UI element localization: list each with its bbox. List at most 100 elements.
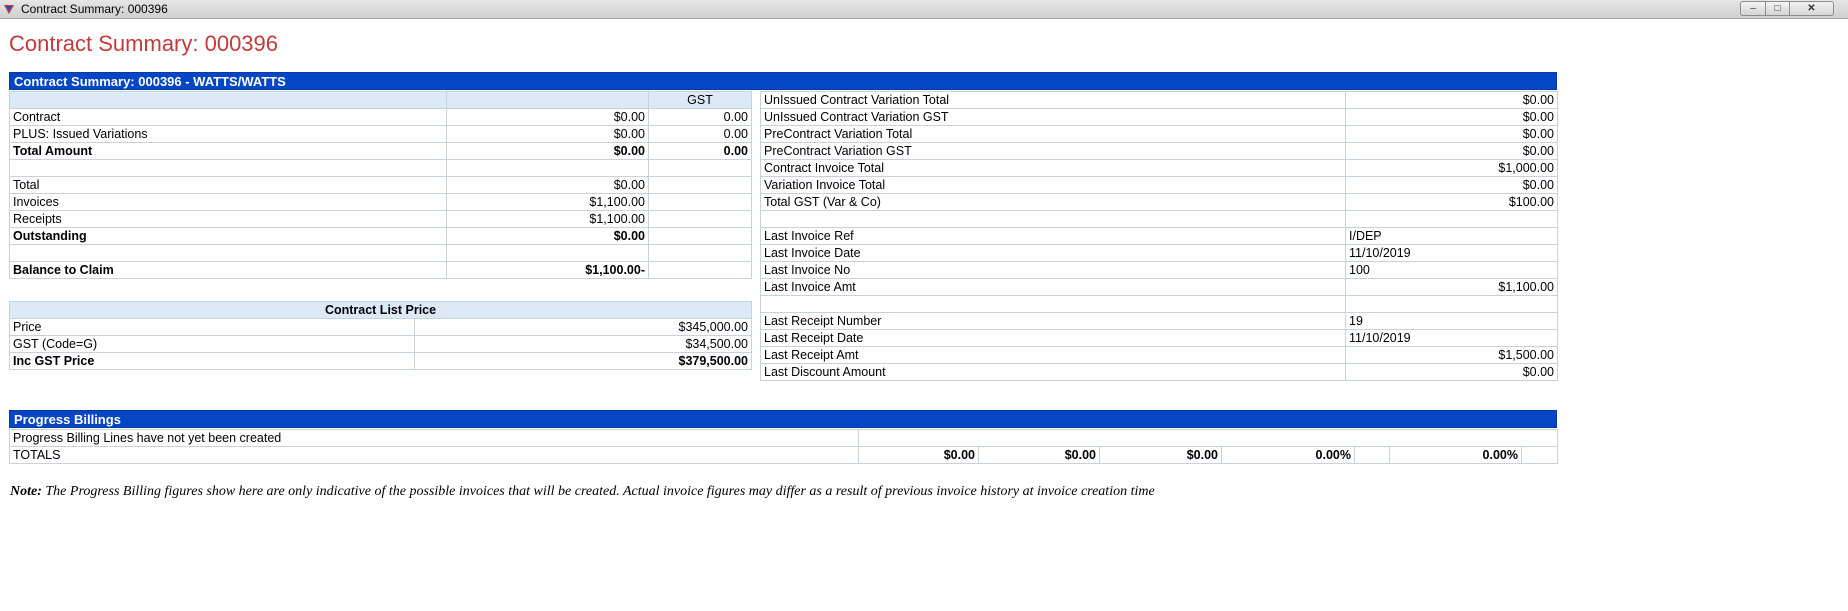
info-row-label: PreContract Variation Total <box>760 125 1346 143</box>
info-row-label: Last Invoice No <box>760 261 1346 279</box>
footnote: Note: The Progress Billing figures show … <box>10 484 1155 500</box>
progress-message: Progress Billing Lines have not yet been… <box>9 429 859 447</box>
summary-row-amount <box>446 159 649 177</box>
info-row-value: $0.00 <box>1345 142 1558 160</box>
minimize-icon: – <box>1750 2 1756 14</box>
list-price-label: Price <box>9 318 415 336</box>
info-row <box>760 295 1558 313</box>
info-row-value: 19 <box>1345 312 1558 330</box>
info-row-label: UnIssued Contract Variation Total <box>760 91 1346 109</box>
summary-row-gst <box>648 176 752 194</box>
summary-row-gst <box>648 244 752 262</box>
info-row: UnIssued Contract Variation Total $0.00 <box>760 91 1558 109</box>
progress-table: Progress Billing Lines have not yet been… <box>9 429 1558 464</box>
summary-row-gst <box>648 210 752 228</box>
summary-row-amount: $1,100.00- <box>446 261 649 279</box>
list-price-row: Inc GST Price $379,500.00 <box>9 352 753 370</box>
info-row-label: Last Invoice Ref <box>760 227 1346 245</box>
summary-row-gst <box>648 261 752 279</box>
info-row: Variation Invoice Total $0.00 <box>760 176 1558 194</box>
close-button[interactable]: ✕ <box>1790 1 1834 16</box>
info-row: Last Receipt Number 19 <box>760 312 1558 330</box>
totals-cell: $0.00 <box>978 446 1100 464</box>
summary-column-header: GST <box>9 91 752 109</box>
info-row <box>760 210 1558 228</box>
totals-cell: 0.00% <box>1389 446 1522 464</box>
summary-row-label: Balance to Claim <box>9 261 447 279</box>
info-row-label: Last Invoice Date <box>760 244 1346 262</box>
list-price-value: $34,500.00 <box>413 335 753 353</box>
info-row-label: Total GST (Var & Co) <box>760 193 1346 211</box>
list-price-label: Inc GST Price <box>9 352 415 370</box>
close-icon: ✕ <box>1807 2 1816 14</box>
list-price-value: $379,500.00 <box>413 352 753 370</box>
maximize-button[interactable]: □ <box>1766 1 1790 16</box>
info-row: Last Invoice No 100 <box>760 261 1558 279</box>
summary-row-label <box>9 244 447 262</box>
summary-row-amount <box>446 244 649 262</box>
summary-row-label: Outstanding <box>9 227 447 245</box>
info-row-label: Contract Invoice Total <box>760 159 1346 177</box>
info-row-label: Last Discount Amount <box>760 363 1346 381</box>
summary-row-gst: 0.00 <box>648 108 752 126</box>
summary-row: Total Amount $0.00 0.00 <box>9 142 752 160</box>
info-row-value: $0.00 <box>1345 108 1558 126</box>
summary-row-amount: $1,100.00 <box>446 193 649 211</box>
totals-cell: 0.00% <box>1221 446 1355 464</box>
summary-row: Invoices $1,100.00 <box>9 193 752 211</box>
info-row-value: I/DEP <box>1345 227 1558 245</box>
summary-header-label <box>9 91 447 109</box>
totals-label: TOTALS <box>9 446 859 464</box>
info-row-value: 11/10/2019 <box>1345 244 1558 262</box>
info-row-label: Last Receipt Date <box>760 329 1346 347</box>
summary-row-amount: $1,100.00 <box>446 210 649 228</box>
right-info-table: UnIssued Contract Variation Total $0.00 Un… <box>760 91 1558 381</box>
info-row-value: $100.00 <box>1345 193 1558 211</box>
note-label: Note: <box>10 484 42 499</box>
summary-row-label: Total <box>9 176 447 194</box>
info-row: Contract Invoice Total $1,000.00 <box>760 159 1558 177</box>
list-price-value: $345,000.00 <box>413 318 753 336</box>
list-price-header-row: Contract List Price <box>8 301 753 319</box>
info-row-label <box>760 295 1346 313</box>
summary-row <box>9 159 752 177</box>
totals-cell <box>1521 446 1558 464</box>
gst-column-header: GST <box>648 91 752 109</box>
info-row: Last Discount Amount $0.00 <box>760 363 1558 381</box>
info-row: PreContract Variation GST $0.00 <box>760 142 1558 160</box>
info-row: PreContract Variation Total $0.00 <box>760 125 1558 143</box>
info-row-value: $1,000.00 <box>1345 159 1558 177</box>
page-title: Contract Summary: 000396 <box>9 31 279 56</box>
info-row-label: PreContract Variation GST <box>760 142 1346 160</box>
summary-row-amount: $0.00 <box>446 125 649 143</box>
info-row-label <box>760 210 1346 228</box>
summary-row: Total $0.00 <box>9 176 752 194</box>
minimize-button[interactable]: – <box>1740 1 1766 16</box>
summary-row-label: Contract <box>9 108 447 126</box>
list-price-label: GST (Code=G) <box>9 335 415 353</box>
list-price-header: Contract List Price <box>8 301 753 319</box>
list-price-table: Contract List Price Price $345,000.00 GST … <box>8 301 753 370</box>
info-row-value <box>1345 295 1558 313</box>
info-row: Last Invoice Amt $1,100.00 <box>760 278 1558 296</box>
progress-totals-row: TOTALS $0.00 $0.00 $0.00 0.00% 0.00% <box>9 446 1558 464</box>
window-title: Contract Summary: 000396 <box>21 2 168 16</box>
info-row-label: Last Invoice Amt <box>760 278 1346 296</box>
window-controls: – □ ✕ <box>1740 1 1834 16</box>
info-row-value: 11/10/2019 <box>1345 329 1558 347</box>
summary-row-label: PLUS: Issued Variations <box>9 125 447 143</box>
summary-table: GST Contract $0.00 0.00 PLUS: Issued Variat… <box>9 91 752 279</box>
info-row-value: $0.00 <box>1345 91 1558 109</box>
summary-row-amount: $0.00 <box>446 176 649 194</box>
summary-row-label: Invoices <box>9 193 447 211</box>
summary-row <box>9 244 752 262</box>
summary-header-amount <box>446 91 649 109</box>
summary-row-label: Total Amount <box>9 142 447 160</box>
info-row-label: Variation Invoice Total <box>760 176 1346 194</box>
summary-row-amount: $0.00 <box>446 142 649 160</box>
note-text: The Progress Billing figures show here a… <box>41 484 1155 499</box>
info-row-value: 100 <box>1345 261 1558 279</box>
summary-row-label: Receipts <box>9 210 447 228</box>
info-row-value: $0.00 <box>1345 176 1558 194</box>
summary-row: PLUS: Issued Variations $0.00 0.00 <box>9 125 752 143</box>
